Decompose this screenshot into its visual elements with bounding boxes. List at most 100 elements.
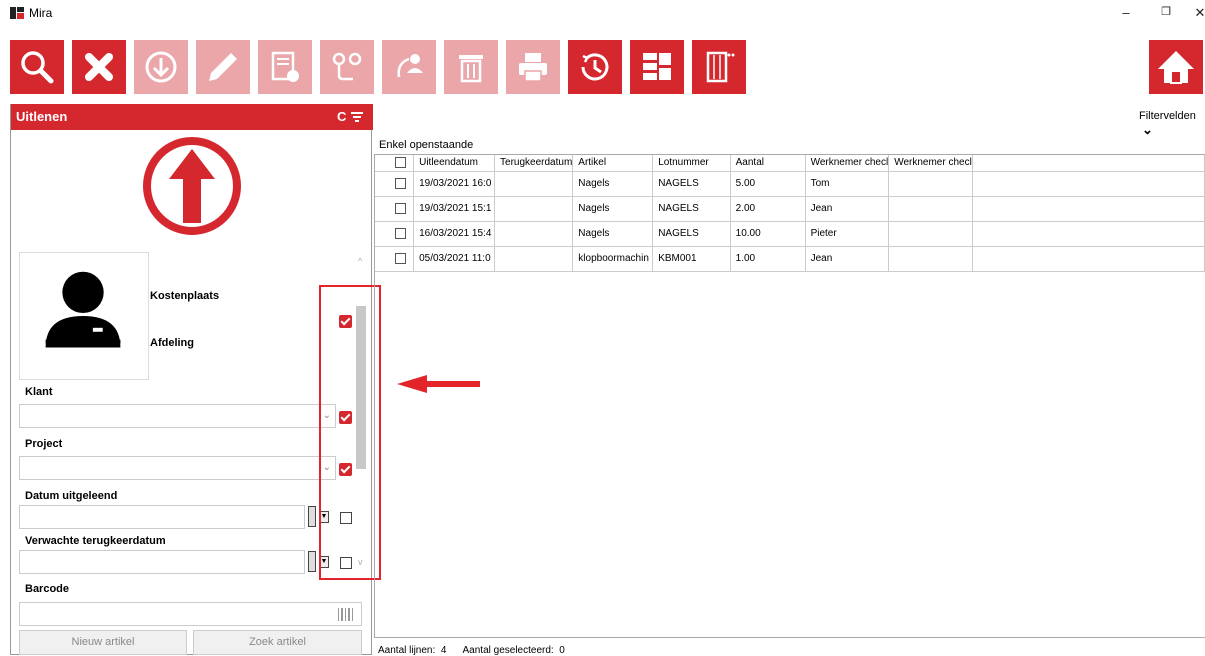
row-checkbox[interactable] xyxy=(395,252,407,264)
table-cell-empty xyxy=(972,196,1205,222)
column-header[interactable]: Lotnummer xyxy=(652,155,731,172)
cancel-button[interactable] xyxy=(72,40,126,94)
table-cell: 05/03/2021 11:0 xyxy=(413,246,496,272)
barcode-columns-button[interactable] xyxy=(692,40,746,94)
column-header[interactable]: Uitleendatum xyxy=(413,155,496,172)
verwachte-field[interactable] xyxy=(19,550,305,574)
route-button[interactable] xyxy=(320,40,374,94)
klant-dropdown[interactable]: ⌄ xyxy=(19,404,336,428)
status-bar: Aantal lijnen: 4 Aantal geselecteerd: 0 xyxy=(378,645,565,656)
app-logo-icon xyxy=(10,7,24,19)
column-header[interactable]: Aantal xyxy=(730,155,806,172)
grid-header: Uitleendatum Terugkeerdatum Artikel Lotn… xyxy=(375,155,1205,172)
table-cell: Nagels xyxy=(572,196,654,222)
table-cell-empty xyxy=(972,221,1205,247)
restore-button[interactable]: ❐ xyxy=(1156,5,1176,18)
verwachte-label: Verwachte terugkeerdatum xyxy=(25,535,166,547)
layout-grid-icon xyxy=(643,53,671,80)
table-row[interactable]: 16/03/2021 15:4 Nagels NAGELS 10.00 Piet… xyxy=(375,221,1205,247)
barcode-columns-icon xyxy=(706,51,735,83)
table-cell: Jean xyxy=(805,196,890,222)
select-all-checkbox[interactable] xyxy=(395,157,407,169)
datum-uitgeleend-spinner[interactable] xyxy=(308,506,316,527)
table-cell: NAGELS xyxy=(652,171,731,197)
delete-x-icon xyxy=(85,53,113,81)
row-select-cell xyxy=(375,221,415,247)
download-button[interactable] xyxy=(134,40,188,94)
table-cell xyxy=(494,196,574,222)
barcode-icon[interactable] xyxy=(337,607,355,622)
table-cell: NAGELS xyxy=(652,221,731,247)
pencil-icon xyxy=(209,53,237,81)
home-button[interactable] xyxy=(1149,40,1203,94)
trash-icon xyxy=(459,55,483,83)
table-cell xyxy=(494,221,574,247)
scroll-up-icon[interactable]: ^ xyxy=(358,256,362,266)
barcode-label: Barcode xyxy=(25,583,70,595)
column-header-empty xyxy=(972,155,1205,172)
search-icon xyxy=(21,51,54,84)
lend-out-arrow-icon xyxy=(143,137,241,235)
table-cell: Tom xyxy=(805,171,890,197)
print-button[interactable] xyxy=(506,40,560,94)
table-cell: Jean xyxy=(805,246,890,272)
title-bar: Mira – ❐ ✕ xyxy=(0,0,1205,34)
row-checkbox[interactable] xyxy=(395,227,407,239)
edit-button[interactable] xyxy=(196,40,250,94)
table-cell xyxy=(494,246,574,272)
clear-button[interactable]: C xyxy=(337,109,346,124)
row-checkbox[interactable] xyxy=(395,177,407,189)
layout-button[interactable] xyxy=(630,40,684,94)
settings-list-icon xyxy=(271,51,299,82)
kostenplaats-label: Kostenplaats xyxy=(150,290,220,302)
filtervelden-toggle[interactable]: Filtervelden ⌄ xyxy=(1139,110,1205,138)
loans-grid: Uitleendatum Terugkeerdatum Artikel Lotn… xyxy=(374,154,1205,638)
table-row[interactable]: 19/03/2021 16:0 Nagels NAGELS 5.00 Tom xyxy=(375,171,1205,197)
table-row[interactable]: 05/03/2021 11:0 klopboormachin KBM001 1.… xyxy=(375,246,1205,272)
column-header[interactable]: Artikel xyxy=(572,155,654,172)
history-button[interactable] xyxy=(568,40,622,94)
table-cell: Nagels xyxy=(572,171,654,197)
history-icon xyxy=(581,53,609,81)
home-icon xyxy=(1158,51,1194,84)
delete-button[interactable] xyxy=(444,40,498,94)
filter-icon[interactable] xyxy=(350,110,364,124)
verwachte-spinner[interactable] xyxy=(308,551,316,572)
highlight-box xyxy=(319,285,381,580)
table-cell: 2.00 xyxy=(730,196,806,222)
column-header[interactable]: Werknemer checl xyxy=(888,155,973,172)
panel-title: Uitlenen xyxy=(16,109,68,124)
row-checkbox[interactable] xyxy=(395,202,407,214)
table-cell xyxy=(888,171,973,197)
datum-uitgeleend-field[interactable] xyxy=(19,505,305,529)
transfer-button[interactable] xyxy=(382,40,436,94)
table-cell xyxy=(494,171,574,197)
search-button[interactable] xyxy=(10,40,64,94)
table-cell: 16/03/2021 15:4 xyxy=(413,221,496,247)
table-row[interactable]: 19/03/2021 15:1 Nagels NAGELS 2.00 Jean xyxy=(375,196,1205,222)
app-title: Mira xyxy=(29,6,53,20)
table-cell xyxy=(888,246,973,272)
select-all-header xyxy=(375,155,415,172)
minimize-button[interactable]: – xyxy=(1116,5,1136,20)
settings-list-button[interactable] xyxy=(258,40,312,94)
enkel-openstaande-label: Enkel openstaande xyxy=(379,139,474,151)
row-select-cell xyxy=(375,196,415,222)
table-cell: 19/03/2021 16:0 xyxy=(413,171,496,197)
column-header[interactable]: Terugkeerdatum xyxy=(494,155,574,172)
table-cell: 19/03/2021 15:1 xyxy=(413,196,496,222)
search-article-button[interactable]: Zoek artikel xyxy=(193,630,362,655)
table-cell: NAGELS xyxy=(652,196,731,222)
panel-header: Uitlenen C xyxy=(11,104,373,130)
afdeling-label: Afdeling xyxy=(150,337,194,349)
table-cell: Nagels xyxy=(572,221,654,247)
new-article-button[interactable]: Nieuw artikel xyxy=(19,630,187,655)
barcode-input[interactable] xyxy=(19,602,362,626)
row-select-cell xyxy=(375,171,415,197)
close-button[interactable]: ✕ xyxy=(1190,5,1205,21)
table-cell: Pieter xyxy=(805,221,890,247)
project-dropdown[interactable]: ⌄ xyxy=(19,456,336,480)
table-cell: 1.00 xyxy=(730,246,806,272)
person-avatar-icon xyxy=(45,271,121,348)
column-header[interactable]: Werknemer checl xyxy=(805,155,890,172)
